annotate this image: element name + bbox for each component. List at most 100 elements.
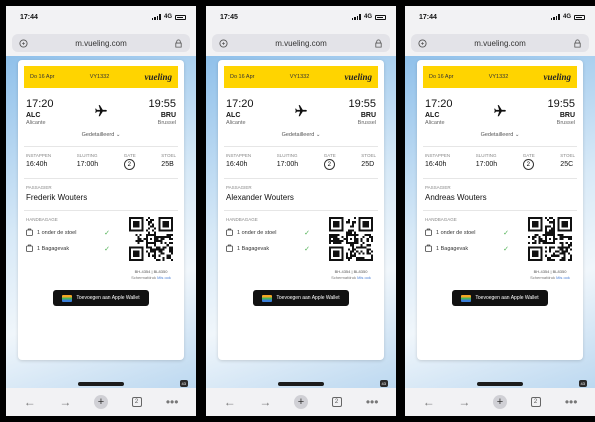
baggage-list: Handbagage 1 onder de stoel ✓ <box>226 217 310 280</box>
back-arrow-icon[interactable]: ← <box>221 393 239 411</box>
seat-label: Stoel <box>361 153 376 158</box>
qr-section: BH-4354 | BL8350 Schermafdruk Mis ook <box>326 217 376 280</box>
qr-caption: BH-4354 | BL8350 <box>334 269 368 274</box>
departure: 17:20 ALC Alicante <box>26 98 54 126</box>
url-text[interactable]: m.vueling.com <box>75 39 127 48</box>
forward-arrow-icon[interactable]: → <box>455 393 473 411</box>
closing-value: 17:00h <box>76 161 99 168</box>
vueling-logo: vueling <box>144 72 172 82</box>
gate-label: Gate <box>522 153 535 158</box>
tabs-button[interactable]: 2 <box>128 393 146 411</box>
wallet-icon <box>262 294 273 302</box>
divider <box>224 210 378 211</box>
check-icon: ✓ <box>503 246 509 253</box>
add-to-apple-wallet-button[interactable]: Toevoegen aan Apple Wallet <box>452 290 548 306</box>
details-toggle[interactable]: Gedetailleerd ⌄ <box>24 132 178 138</box>
suitcase-icon <box>26 228 33 238</box>
status-icons: 4G <box>550 14 585 20</box>
passenger-name: Andreas Wouters <box>425 193 487 202</box>
baggage-section: Handbagage 1 onder de stoel ✓ <box>423 217 577 280</box>
phone-screen: 17:44 4G m.vueling.com Do 16 Apr VY1332 <box>6 6 196 416</box>
chevron-down-icon: ⌄ <box>514 132 520 138</box>
plus-icon: + <box>492 395 507 409</box>
back-arrow-icon[interactable]: ← <box>420 393 438 411</box>
baggage-list: Handbagage 1 onder de stoel ✓ <box>425 217 509 280</box>
url-text[interactable]: m.vueling.com <box>275 39 327 48</box>
wallet-icon <box>62 294 73 302</box>
arrival: 19:55 BRU Brussel <box>348 98 376 126</box>
bag-item-text: 1 Bagagevak <box>37 246 70 252</box>
gate-label: Gate <box>323 153 336 158</box>
passenger-label: Passagier <box>226 185 252 190</box>
new-tab-button[interactable]: + <box>292 393 310 411</box>
boarding-pass-header: Do 16 Apr VY1332 vueling <box>423 66 577 88</box>
status-icons: 4G <box>151 14 186 20</box>
address-bar[interactable]: m.vueling.com <box>411 34 589 52</box>
boarding-value: 16:40h <box>226 161 248 168</box>
check-icon: ✓ <box>503 230 509 237</box>
qr-sub-text: Schermafdruk <box>131 275 156 280</box>
boarding-pass-card: Do 16 Apr VY1332 vueling 17:20 ALC Alica… <box>417 60 583 360</box>
closing-label: Sluiting <box>276 153 298 158</box>
departure-code: ALC <box>226 112 241 119</box>
battery-icon <box>375 14 386 20</box>
flight-number: VY1332 <box>89 74 110 80</box>
passenger-label: Passagier <box>26 185 52 190</box>
more-menu-icon[interactable]: ••• <box>363 393 381 411</box>
baggage-section: Handbagage 1 onder de stoel ✓ <box>224 217 378 280</box>
bag-item-text: 1 onder de stoel <box>37 230 77 236</box>
baggage-label: Handbagage <box>226 217 258 222</box>
status-icons: 4G <box>351 14 386 20</box>
check-icon: ✓ <box>304 230 310 237</box>
qr-code <box>528 217 572 261</box>
qr-caption: BH-4354 | BL8350 <box>134 269 168 274</box>
more-menu-icon[interactable]: ••• <box>562 393 580 411</box>
tabs-button[interactable]: 2 <box>527 393 545 411</box>
qr-sub-link[interactable]: Mis ook <box>556 275 570 280</box>
back-arrow-icon[interactable]: ← <box>21 393 39 411</box>
bag-item: 1 onder de stoel ✓ <box>425 228 509 238</box>
arrival-time: 19:55 <box>547 98 575 110</box>
network-label: 4G <box>363 14 372 20</box>
qr-sub-link[interactable]: Mis ook <box>157 275 171 280</box>
qr-sub: Schermafdruk Mis ook <box>525 275 575 280</box>
url-text[interactable]: m.vueling.com <box>474 39 526 48</box>
departure-city: Alicante <box>26 120 46 126</box>
status-bar: 17:44 4G <box>6 6 196 28</box>
suitcase-icon <box>226 244 233 254</box>
qr-sub-link[interactable]: Mis ook <box>357 275 371 280</box>
details-toggle[interactable]: Gedetailleerd ⌄ <box>423 132 577 138</box>
flight-route: 17:20 ALC Alicante 19:55 BRU Brussel <box>24 98 178 126</box>
new-tab-button[interactable]: + <box>491 393 509 411</box>
tabs-icon: 2 <box>331 397 342 407</box>
passenger-name: Alexander Wouters <box>226 193 294 202</box>
reader-icon[interactable] <box>417 38 427 48</box>
arrival: 19:55 BRU Brussel <box>148 98 176 126</box>
flight-route: 17:20 ALC Alicante 19:55 BRU Brussel <box>423 98 577 126</box>
flight-date: Do 16 Apr <box>230 74 255 80</box>
lock-icon <box>174 38 184 48</box>
more-menu-icon[interactable]: ••• <box>163 393 181 411</box>
browser-toolbar: ← → + 2 ••• <box>206 388 396 416</box>
details-toggle[interactable]: Gedetailleerd ⌄ <box>224 132 378 138</box>
seat: Stoel 25C <box>560 153 575 170</box>
reader-icon[interactable] <box>18 38 28 48</box>
arrival-time: 19:55 <box>348 98 376 110</box>
seat-value: 25D <box>361 161 375 168</box>
signal-icon <box>550 14 560 20</box>
wallet-icon <box>461 294 472 302</box>
arrival: 19:55 BRU Brussel <box>547 98 575 126</box>
reader-icon[interactable] <box>218 38 228 48</box>
browser-toolbar: ← → + 2 ••• <box>6 388 196 416</box>
forward-arrow-icon[interactable]: → <box>56 393 74 411</box>
add-to-apple-wallet-button[interactable]: Toevoegen aan Apple Wallet <box>53 290 149 306</box>
gate: Gate 2 <box>323 153 336 170</box>
add-to-apple-wallet-button[interactable]: Toevoegen aan Apple Wallet <box>253 290 349 306</box>
check-icon: ✓ <box>304 246 310 253</box>
passenger-name: Frederik Wouters <box>26 193 88 202</box>
new-tab-button[interactable]: + <box>92 393 110 411</box>
address-bar[interactable]: m.vueling.com <box>12 34 190 52</box>
forward-arrow-icon[interactable]: → <box>256 393 274 411</box>
address-bar[interactable]: m.vueling.com <box>212 34 390 52</box>
tabs-button[interactable]: 2 <box>328 393 346 411</box>
